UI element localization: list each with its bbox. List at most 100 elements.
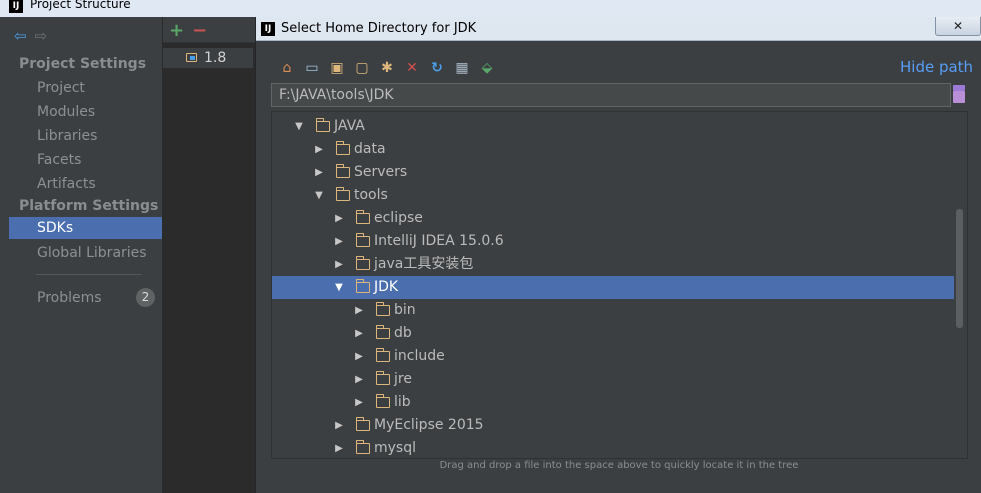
tree-node-label: include xyxy=(394,348,445,364)
intellij-app-icon: IJ xyxy=(9,0,23,13)
dialog-title-bar: IJ Select Home Directory for JDK ✕ xyxy=(256,17,981,41)
folder-icon xyxy=(376,325,390,339)
collapse-arrow-icon[interactable]: ▶ xyxy=(313,161,325,184)
folder-icon xyxy=(376,348,390,362)
tree-node[interactable]: ▶ Servers xyxy=(272,161,954,184)
project-folder-icon[interactable]: ▣ xyxy=(328,59,346,77)
collapse-arrow-icon[interactable]: ▶ xyxy=(333,253,345,276)
directory-tree: ▼ JAVA ▶ data ▶ Servers ▼ tools ▶ eclips… xyxy=(271,111,968,459)
window-title: Project Structure xyxy=(30,0,131,11)
home-icon[interactable]: ⌂ xyxy=(278,59,296,77)
collapse-arrow-icon[interactable]: ▶ xyxy=(353,345,365,368)
show-hidden-icon[interactable]: ▦ xyxy=(453,59,471,77)
section-project-settings: Project Settings xyxy=(19,56,147,72)
tree-node-label: data xyxy=(354,141,386,157)
forward-arrow-icon[interactable]: ⇨ xyxy=(35,27,48,45)
delete-icon[interactable]: ✕ xyxy=(403,59,421,77)
tree-node-label: JDK xyxy=(374,279,399,295)
tree-node[interactable]: ▶ data xyxy=(272,138,954,161)
collapse-arrow-icon[interactable]: ▶ xyxy=(333,230,345,253)
collapse-arrow-icon[interactable]: ▶ xyxy=(333,207,345,230)
tree-node-label: java工具安装包 xyxy=(374,256,474,272)
collapse-arrow-icon[interactable]: ▶ xyxy=(333,414,345,437)
tree-node[interactable]: ▶ lib xyxy=(272,391,954,414)
nav-item-modules[interactable]: Modules xyxy=(37,104,95,120)
attach-icon[interactable]: ⬙ xyxy=(478,59,496,77)
nav-history: ⇦ ⇨ xyxy=(14,27,47,45)
folder-icon xyxy=(356,279,370,293)
expand-arrow-icon[interactable]: ▼ xyxy=(293,115,305,138)
nav-item-problems[interactable]: Problems xyxy=(37,290,102,306)
nav-item-artifacts[interactable]: Artifacts xyxy=(37,176,96,192)
nav-item-project[interactable]: Project xyxy=(37,80,85,96)
back-arrow-icon[interactable]: ⇦ xyxy=(14,27,27,45)
close-button[interactable]: ✕ xyxy=(935,17,981,36)
new-folder-icon[interactable]: ✱ xyxy=(378,59,396,77)
tree-node-label: MyEclipse 2015 xyxy=(374,417,484,433)
tree-node-label: bin xyxy=(394,302,416,318)
hide-path-link[interactable]: Hide path xyxy=(900,58,973,76)
dialog-title: Select Home Directory for JDK xyxy=(281,21,477,36)
tree-scrollbar[interactable] xyxy=(956,209,963,328)
collapse-arrow-icon[interactable]: ▶ xyxy=(353,391,365,414)
sdk-panel: + − 1.8 xyxy=(163,17,255,493)
path-input[interactable]: F:\JAVA\tools\JDK xyxy=(271,83,951,107)
tree-node-label: JAVA xyxy=(334,118,365,134)
folder-icon xyxy=(336,164,350,178)
tree-node-label: mysql xyxy=(374,440,416,456)
tree-node[interactable]: ▶ bin xyxy=(272,299,954,322)
section-platform-settings: Platform Settings xyxy=(19,198,159,214)
remove-sdk-icon[interactable]: − xyxy=(192,20,207,41)
tree-node[interactable]: ▶ mysql xyxy=(272,437,954,458)
tree-node-label: jre xyxy=(394,371,412,387)
drag-drop-hint: Drag and drop a file into the space abov… xyxy=(439,460,799,471)
project-structure-nav: ⇦ ⇨ Project Settings Project Modules Libr… xyxy=(0,17,163,493)
folder-icon xyxy=(376,302,390,316)
sdk-toolbar: + − xyxy=(169,20,207,41)
sdk-list-item[interactable]: 1.8 xyxy=(163,48,253,68)
tree-node[interactable]: ▶ include xyxy=(272,345,954,368)
tree-node[interactable]: ▼ JAVA xyxy=(272,115,954,138)
tree-node[interactable]: ▶ java工具安装包 xyxy=(272,253,954,276)
folder-icon xyxy=(356,233,370,247)
tree-node-selected[interactable]: ▼ JDK xyxy=(272,276,954,299)
expand-arrow-icon[interactable]: ▼ xyxy=(333,276,345,299)
intellij-app-icon: IJ xyxy=(261,22,275,36)
folder-icon xyxy=(336,141,350,155)
collapse-arrow-icon[interactable]: ▶ xyxy=(353,299,365,322)
collapse-arrow-icon[interactable]: ▶ xyxy=(353,322,365,345)
path-history-icon[interactable] xyxy=(953,85,965,103)
window-title-bar: IJ Project Structure xyxy=(0,0,981,17)
collapse-arrow-icon[interactable]: ▶ xyxy=(313,138,325,161)
module-folder-icon[interactable]: ▢ xyxy=(353,59,371,77)
folder-icon xyxy=(356,256,370,270)
nav-item-global-libraries[interactable]: Global Libraries xyxy=(37,245,147,261)
nav-item-libraries[interactable]: Libraries xyxy=(37,128,97,144)
tree-node[interactable]: ▶ jre xyxy=(272,368,954,391)
sdk-list: 1.8 xyxy=(163,42,255,493)
sdk-name: 1.8 xyxy=(204,50,227,66)
collapse-arrow-icon[interactable]: ▶ xyxy=(333,437,345,458)
nav-divider xyxy=(36,274,142,275)
tree-node-label: IntelliJ IDEA 15.0.6 xyxy=(374,233,504,249)
file-chooser-toolbar: ⌂ ▭ ▣ ▢ ✱ ✕ ↻ ▦ ⬙ xyxy=(278,58,496,78)
folder-icon xyxy=(376,371,390,385)
tree-node-label: db xyxy=(394,325,412,341)
tree-node-label: lib xyxy=(394,394,411,410)
tree-node-label: tools xyxy=(354,187,388,203)
expand-arrow-icon[interactable]: ▼ xyxy=(313,184,325,207)
add-sdk-icon[interactable]: + xyxy=(169,20,184,41)
nav-item-facets[interactable]: Facets xyxy=(37,152,81,168)
tree-node[interactable]: ▶ eclipse xyxy=(272,207,954,230)
tree-node[interactable]: ▶ MyEclipse 2015 xyxy=(272,414,954,437)
tree-node[interactable]: ▶ db xyxy=(272,322,954,345)
nav-item-sdks[interactable]: SDKs xyxy=(9,217,162,239)
problems-count-badge: 2 xyxy=(136,288,155,307)
tree-node-label: Servers xyxy=(354,164,408,180)
tree-node[interactable]: ▼ tools xyxy=(272,184,954,207)
tree-node[interactable]: ▶ IntelliJ IDEA 15.0.6 xyxy=(272,230,954,253)
folder-icon xyxy=(356,417,370,431)
collapse-arrow-icon[interactable]: ▶ xyxy=(353,368,365,391)
refresh-icon[interactable]: ↻ xyxy=(428,59,446,77)
desktop-icon[interactable]: ▭ xyxy=(303,59,321,77)
